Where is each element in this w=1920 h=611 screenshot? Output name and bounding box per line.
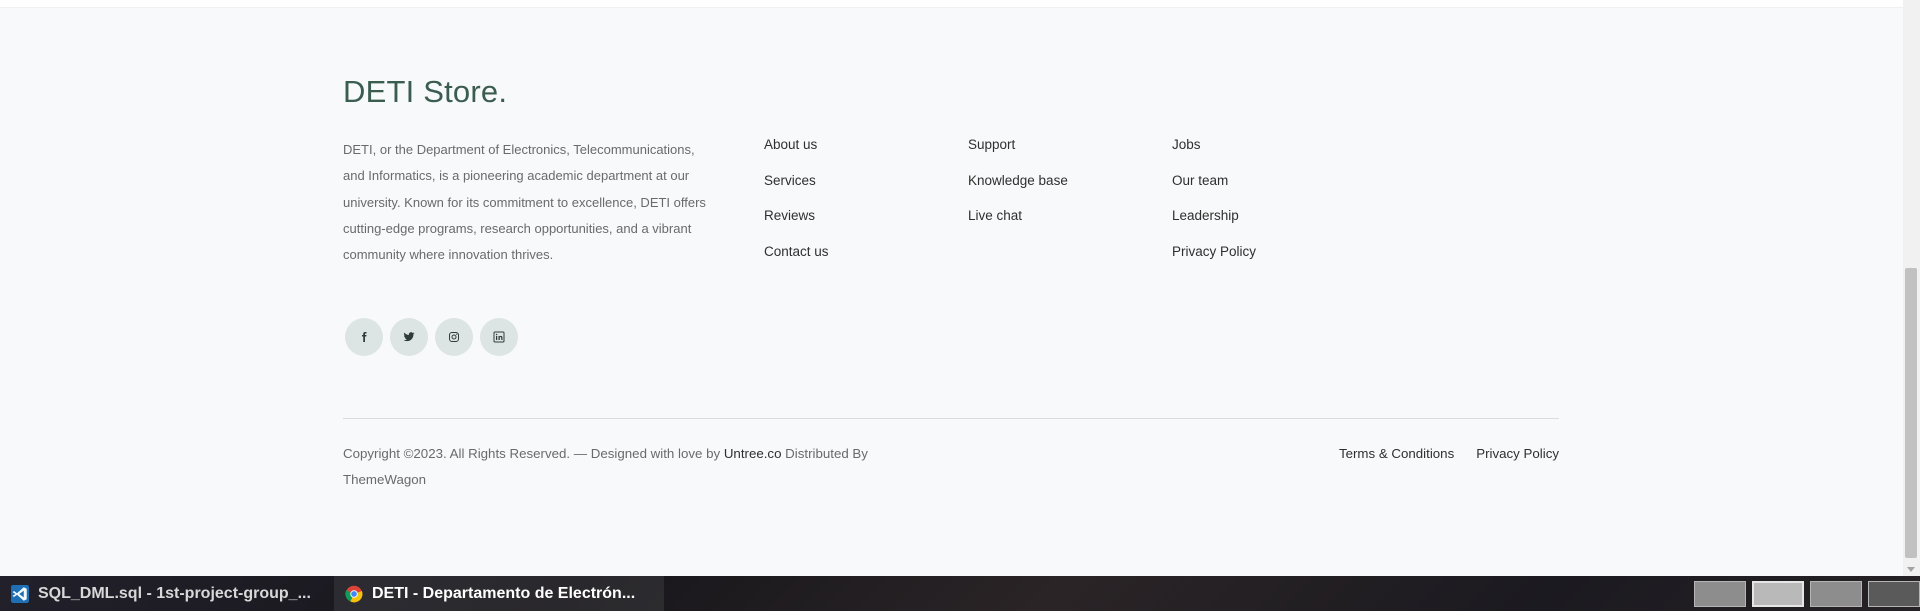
scroll-down-arrow-icon[interactable] [1907, 567, 1915, 572]
footer-brand[interactable]: DETI Store. [343, 74, 507, 110]
taskbar-item-vscode[interactable]: SQL_DML.sql - 1st-project-group_... [0, 576, 330, 611]
taskbar-item-chrome-label: DETI - Departamento de Electrón... [372, 584, 636, 602]
twitter-link[interactable] [390, 318, 428, 356]
chrome-icon [345, 585, 363, 602]
legal-privacy-link[interactable]: Privacy Policy [1476, 441, 1559, 467]
workspace-1[interactable] [1694, 581, 1746, 607]
footer-link-privacy-policy[interactable]: Privacy Policy [1172, 241, 1256, 277]
os-taskbar: SQL_DML.sql - 1st-project-group_... DETI… [0, 576, 1920, 611]
footer-link-knowledge-base[interactable]: Knowledge base [968, 170, 1068, 206]
taskbar-item-vscode-label: SQL_DML.sql - 1st-project-group_... [38, 584, 311, 602]
linkedin-link[interactable] [480, 318, 518, 356]
copyright-middle: Distributed By [781, 446, 868, 461]
instagram-icon [449, 332, 459, 342]
footer-link-services[interactable]: Services [764, 170, 829, 206]
terms-link[interactable]: Terms & Conditions [1339, 441, 1454, 467]
workspace-3[interactable] [1810, 581, 1862, 607]
distributor-link[interactable]: ThemeWagon [343, 472, 426, 487]
footer-about-text: DETI, or the Department of Electronics, … [343, 142, 706, 263]
workspace-switcher [1694, 581, 1920, 607]
site-footer: DETI Store. DETI, or the Department of E… [343, 0, 1559, 576]
scrollbar-thumb[interactable] [1905, 268, 1917, 558]
social-links [345, 318, 518, 356]
page-scrollbar[interactable] [1903, 0, 1920, 576]
footer-link-jobs[interactable]: Jobs [1172, 134, 1256, 170]
facebook-icon [362, 332, 367, 342]
footer-links-about: Jobs Our team Leadership Privacy Policy [1172, 134, 1256, 277]
footer-link-support[interactable]: Support [968, 134, 1068, 170]
workspace-2[interactable] [1752, 581, 1804, 607]
instagram-link[interactable] [435, 318, 473, 356]
footer-links-support: Support Knowledge base Live chat [968, 134, 1068, 241]
copyright-text: Copyright ©2023. All Rights Reserved. — … [343, 441, 913, 494]
footer-link-live-chat[interactable]: Live chat [968, 205, 1068, 241]
linkedin-icon [493, 331, 505, 343]
twitter-icon [403, 332, 415, 342]
footer-link-about-us[interactable]: About us [764, 134, 829, 170]
footer-link-contact-us[interactable]: Contact us [764, 241, 829, 277]
footer-divider [343, 418, 1559, 419]
legal-links: Terms & Conditions Privacy Policy [1339, 441, 1559, 467]
footer-link-our-team[interactable]: Our team [1172, 170, 1256, 206]
facebook-link[interactable] [345, 318, 383, 356]
browser-viewport: DETI Store. DETI, or the Department of E… [0, 0, 1903, 576]
footer-link-reviews[interactable]: Reviews [764, 205, 829, 241]
copyright-prefix: Copyright ©2023. All Rights Reserved. — … [343, 446, 724, 461]
vscode-icon [11, 584, 29, 603]
workspace-4[interactable] [1868, 581, 1920, 607]
footer-link-leadership[interactable]: Leadership [1172, 205, 1256, 241]
taskbar-item-chrome[interactable]: DETI - Departamento de Electrón... [334, 576, 664, 611]
designer-link[interactable]: Untree.co [724, 446, 782, 461]
footer-links-company: About us Services Reviews Contact us [764, 134, 829, 277]
